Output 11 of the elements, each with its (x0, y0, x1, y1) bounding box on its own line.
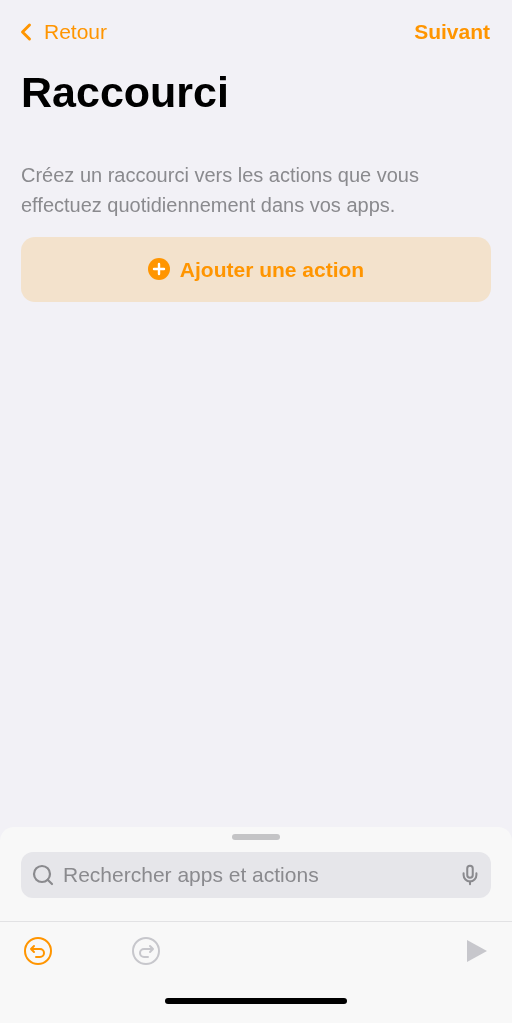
search-bar[interactable]: Rechercher apps et actions (21, 852, 491, 898)
sheet-grabber[interactable] (232, 834, 280, 840)
search-field[interactable]: Rechercher apps et actions (63, 859, 451, 891)
add-action-button[interactable]: Ajouter une action (21, 236, 491, 302)
description-text: Créez un raccourci vers les actions que vous effectuez quotidiennement dans vos apps. (21, 162, 420, 218)
add-icon (147, 258, 170, 281)
back-button[interactable]: Retour (12, 16, 108, 48)
page-title: Raccourci (21, 67, 230, 118)
undo-button[interactable] (23, 935, 53, 966)
search-icon (31, 863, 55, 887)
next-button[interactable]: Suivant (414, 16, 500, 48)
